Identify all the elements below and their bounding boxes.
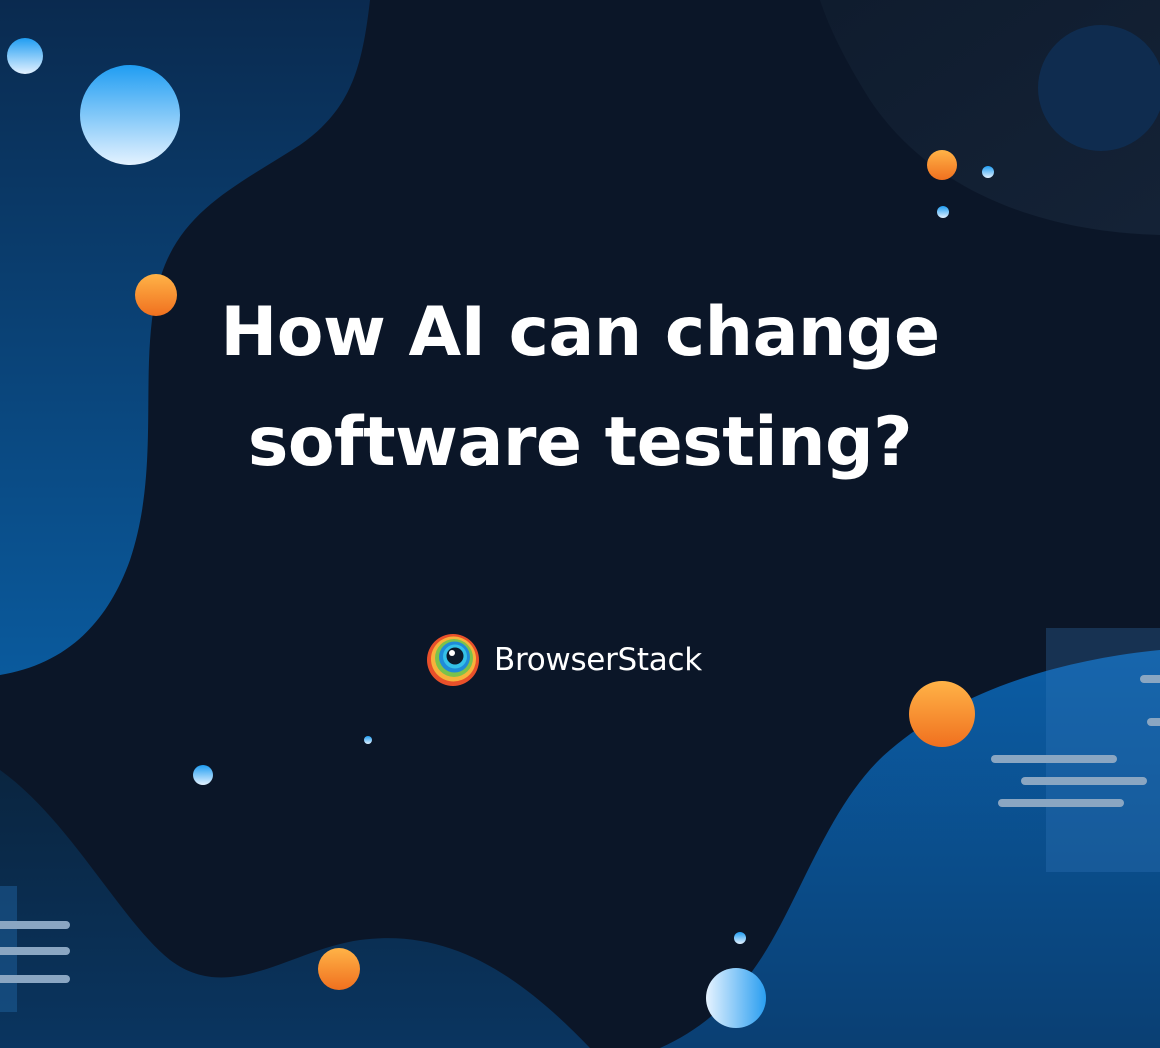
browserstack-eye-logo-icon <box>427 634 479 686</box>
headline-line-1: How AI can change <box>220 293 940 372</box>
headline-line-2: software testing? <box>247 403 913 482</box>
brand-name: BrowserStack <box>494 642 702 678</box>
headline: How AI can change software testing? <box>0 278 1160 498</box>
brand-lockup: BrowserStack <box>426 632 702 688</box>
banner-canvas: How AI can change software testing? Brow… <box>0 0 1160 1048</box>
decorative-background <box>0 0 1160 1048</box>
